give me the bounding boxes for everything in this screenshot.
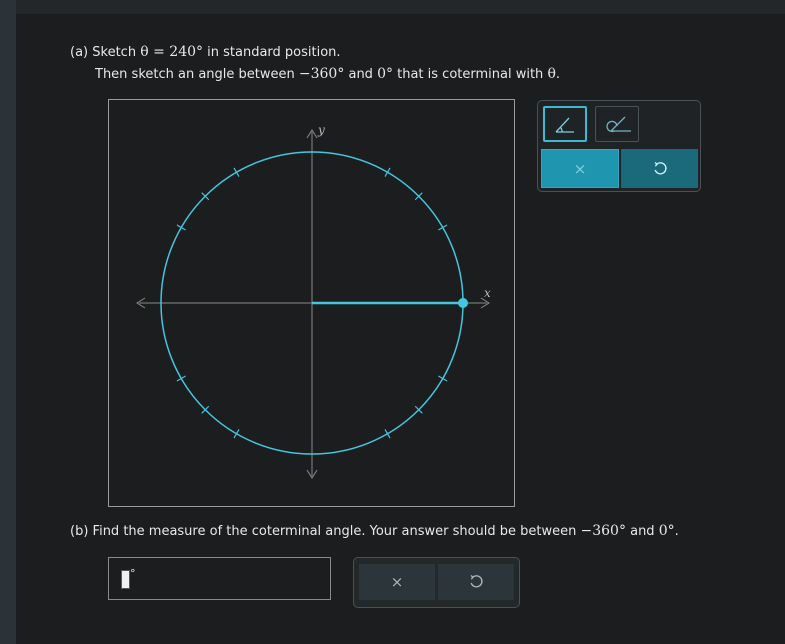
- tick-mark: [233, 429, 240, 439]
- clear-icon: ×: [573, 159, 587, 178]
- ray-handle-point[interactable]: [458, 298, 468, 308]
- tick-mark: [384, 167, 391, 177]
- part-a-label: (a): [70, 45, 89, 60]
- upper-bound: 0°: [377, 66, 393, 82]
- part-b-text: Find the measure of the coterminal angle…: [92, 524, 581, 539]
- text-cursor: [121, 570, 130, 589]
- tick-mark: [176, 375, 186, 382]
- angle-tool-icon: [555, 117, 574, 133]
- graph-canvas[interactable]: x y: [108, 99, 515, 507]
- part-a-text: Sketch: [92, 45, 141, 60]
- tick-mark: [438, 224, 448, 231]
- part-a-question-line2: Then sketch an angle between −360° and 0…: [95, 66, 560, 82]
- degree-unit: °: [130, 567, 136, 580]
- and-text: and: [344, 67, 378, 82]
- undo-answer-button[interactable]: [438, 564, 514, 600]
- tick-mark: [384, 429, 391, 439]
- undo-icon: [654, 161, 667, 174]
- part-a-question: (a) Sketch θ = 240° in standard position…: [70, 44, 341, 60]
- lower-bound: −360°: [298, 66, 345, 82]
- part-b-upper-bound: 0°: [658, 523, 675, 539]
- undo-graph-button[interactable]: [621, 149, 698, 188]
- theta-symbol-2: θ: [547, 66, 556, 82]
- part-b-period: .: [674, 524, 679, 539]
- part-a-line2-text: Then sketch an angle between: [95, 67, 299, 82]
- y-axis-label: y: [317, 123, 325, 137]
- part-b-lower-bound: −360°: [580, 523, 626, 539]
- angle-value: 240°: [169, 44, 204, 60]
- arc-angle-tool-icon: [606, 116, 631, 133]
- top-bar: [16, 0, 785, 14]
- angle-tool-button[interactable]: [543, 106, 587, 142]
- theta-symbol: θ: [140, 44, 149, 60]
- answer-action-panel: ×: [353, 557, 520, 608]
- part-b-and: and: [625, 524, 659, 539]
- clear-answer-button[interactable]: ×: [359, 564, 435, 600]
- clear-graph-button[interactable]: ×: [541, 149, 619, 188]
- part-a-text-end: in standard position.: [203, 45, 341, 60]
- drawing-tool-panel: ×: [537, 100, 701, 192]
- tick-mark: [438, 375, 448, 382]
- answer-input[interactable]: °: [108, 557, 331, 600]
- left-strip: [0, 0, 16, 644]
- x-axis-label: x: [484, 286, 491, 300]
- clear-icon: ×: [390, 573, 404, 591]
- part-b-question: (b) Find the measure of the coterminal a…: [70, 523, 679, 539]
- tick-mark: [233, 167, 240, 177]
- arc-angle-tool-button[interactable]: [595, 106, 639, 142]
- part-b-label: (b): [70, 524, 89, 539]
- undo-icon: [470, 574, 483, 588]
- equals-sign: =: [148, 44, 170, 60]
- part-a-line2-end: that is coterminal with: [393, 67, 548, 82]
- tick-mark: [176, 224, 186, 231]
- unit-circle-graph[interactable]: x y: [109, 100, 514, 506]
- period: .: [555, 67, 561, 82]
